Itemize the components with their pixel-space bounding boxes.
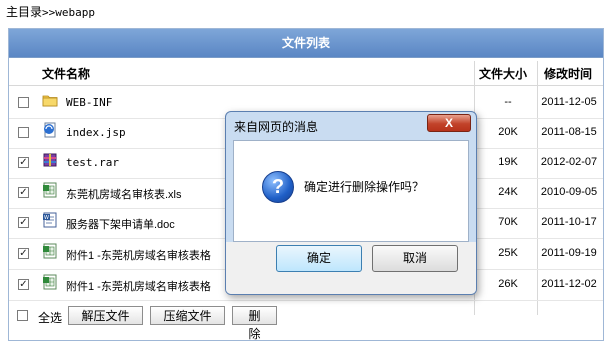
file-size: 24K bbox=[498, 186, 518, 198]
column-header-date: 修改时间 bbox=[544, 67, 593, 81]
breadcrumb-current: webapp bbox=[55, 6, 96, 19]
file-name[interactable]: 附件1 -东莞机房域名审核表格 bbox=[66, 278, 211, 294]
file-date: 2010-09-05 bbox=[540, 186, 598, 198]
file-size: 20K bbox=[498, 126, 518, 138]
file-checkbox[interactable]: ✓ bbox=[18, 217, 29, 228]
file-name[interactable]: 服务器下架申请单.doc bbox=[66, 216, 175, 232]
excel-file-icon bbox=[42, 182, 58, 198]
ok-button[interactable]: 确定 bbox=[276, 245, 362, 272]
confirm-dialog: 来自网页的消息 X ? 确定进行删除操作吗？ 确定 取消 bbox=[225, 111, 477, 295]
file-date: 2011-12-05 bbox=[541, 96, 597, 108]
svg-text:W: W bbox=[44, 215, 49, 221]
rar-archive-icon bbox=[42, 152, 58, 168]
dialog-title: 来自网页的消息 bbox=[234, 120, 319, 134]
file-size: 25K bbox=[498, 247, 518, 259]
dialog-body: ? 确定进行删除操作吗？ bbox=[233, 140, 469, 242]
jsp-file-icon bbox=[42, 122, 58, 138]
file-date: 2011-08-15 bbox=[541, 126, 597, 138]
select-all-checkbox[interactable] bbox=[17, 310, 28, 321]
close-icon[interactable]: X bbox=[427, 114, 471, 132]
file-checkbox[interactable]: ✓ bbox=[18, 279, 29, 290]
folder-icon bbox=[42, 92, 58, 108]
file-checkbox[interactable] bbox=[18, 127, 29, 138]
excel-file-icon bbox=[42, 274, 58, 290]
file-name[interactable]: 附件1 -东莞机房域名审核表格 bbox=[66, 247, 211, 263]
panel-title: 文件列表 bbox=[9, 29, 603, 58]
file-name[interactable]: test.rar bbox=[66, 156, 119, 169]
cancel-button[interactable]: 取消 bbox=[372, 245, 458, 272]
file-date: 2011-12-02 bbox=[541, 278, 597, 290]
file-date: 2011-10-17 bbox=[541, 216, 597, 228]
select-all-label: 全选 bbox=[38, 311, 63, 325]
column-header-row: 文件名称 文件大小 修改时间 bbox=[9, 61, 603, 86]
file-size: 70K bbox=[498, 216, 518, 228]
file-checkbox[interactable] bbox=[18, 97, 29, 108]
delete-button[interactable]: 删 除 bbox=[232, 306, 277, 341]
question-icon: ? bbox=[262, 171, 294, 203]
extract-button[interactable]: 解压文件 bbox=[68, 306, 143, 325]
dialog-footer: 确定 取消 bbox=[226, 242, 476, 294]
file-date: 2012-02-07 bbox=[540, 156, 598, 168]
file-size: 26K bbox=[498, 278, 518, 290]
file-checkbox[interactable]: ✓ bbox=[18, 157, 29, 168]
word-file-icon: W bbox=[42, 212, 58, 228]
bottom-toolbar: 全选 解压文件 压缩文件 删 除 bbox=[8, 305, 604, 341]
dialog-message: 确定进行删除操作吗？ bbox=[304, 180, 425, 194]
file-checkbox[interactable]: ✓ bbox=[18, 248, 29, 259]
file-checkbox[interactable]: ✓ bbox=[18, 187, 29, 198]
file-name[interactable]: WEB-INF bbox=[66, 96, 112, 109]
file-size: 19K bbox=[498, 156, 518, 168]
breadcrumb: 主目录>>webapp bbox=[6, 3, 95, 20]
compress-button[interactable]: 压缩文件 bbox=[150, 306, 225, 325]
file-date: 2011-09-19 bbox=[541, 247, 597, 259]
file-size: -- bbox=[504, 96, 512, 108]
column-header-name: 文件名称 bbox=[42, 67, 91, 81]
column-header-size: 文件大小 bbox=[479, 67, 528, 81]
file-name[interactable]: index.jsp bbox=[66, 126, 126, 139]
file-name[interactable]: 东莞机房域名审核表.xls bbox=[66, 186, 182, 202]
breadcrumb-root[interactable]: 主目录 bbox=[6, 5, 42, 19]
breadcrumb-separator: >> bbox=[42, 6, 56, 19]
excel-file-icon bbox=[42, 243, 58, 259]
